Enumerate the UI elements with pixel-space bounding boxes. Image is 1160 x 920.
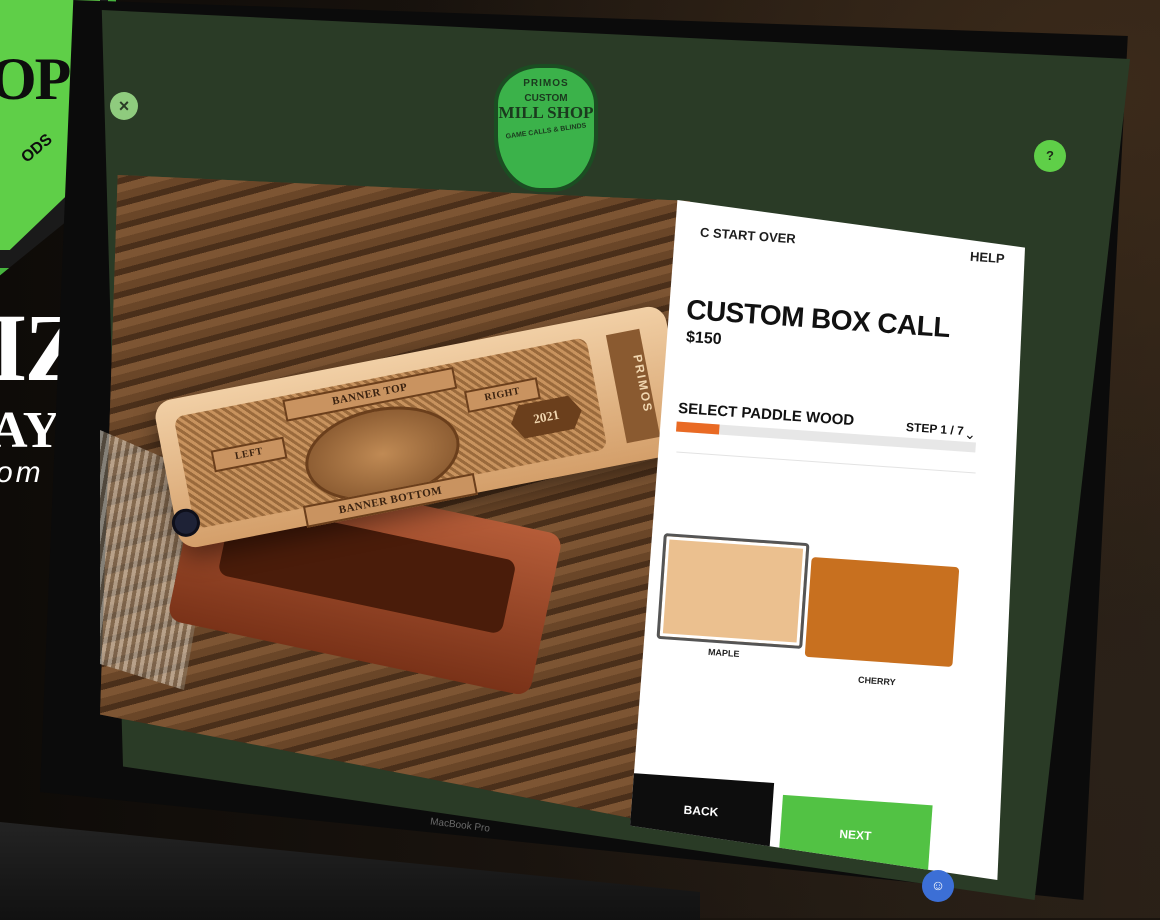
divider (676, 451, 976, 474)
step-indicator[interactable]: STEP 1 / 7 (906, 420, 965, 438)
help-link[interactable]: HELP (970, 249, 1006, 266)
promo-url: om (0, 456, 44, 489)
product-title: CUSTOM BOX CALL (685, 293, 951, 344)
promo-subheadline: AY (0, 402, 61, 459)
close-icon[interactable]: × (110, 92, 138, 120)
step-progress-fill (676, 421, 720, 435)
logo-mill-shop: MILL SHOP (498, 103, 594, 122)
chevron-down-icon[interactable]: ⌄ (964, 426, 976, 443)
logo-brand: PRIMOS (523, 78, 569, 89)
brand-strip: PRIMOS (605, 328, 661, 444)
wood-option-cherry-label: CHERRY (857, 674, 896, 688)
configurator-panel: C START OVER HELP CUSTOM BOX CALL $150 S… (630, 200, 1025, 880)
product-price: $150 (685, 328, 723, 349)
mill-shop-logo: PRIMOS CUSTOM MILL SHOP GAME CALLS & BLI… (494, 64, 598, 192)
wood-option-maple[interactable] (656, 533, 810, 649)
chat-icon[interactable]: ☺ (922, 870, 954, 902)
wood-option-cherry[interactable] (804, 556, 960, 668)
logo-subtitle: GAME CALLS & BLINDS (505, 122, 587, 141)
help-icon[interactable]: ? (1034, 140, 1066, 172)
wood-option-maple-label: MAPLE (707, 646, 740, 660)
promo-shield-text: OP (0, 46, 71, 112)
promo-shield-sub: ODS (18, 130, 56, 167)
ribbon-left: LEFT (210, 436, 288, 473)
start-over-button[interactable]: C START OVER (700, 225, 797, 247)
